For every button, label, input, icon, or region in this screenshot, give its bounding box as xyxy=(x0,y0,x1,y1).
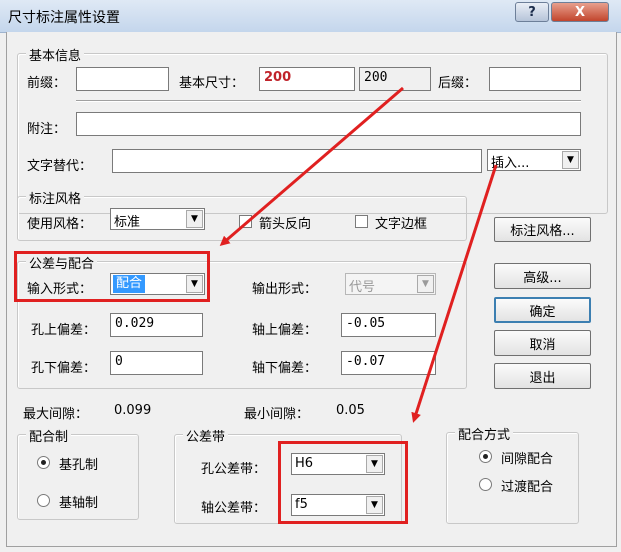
clearance-fit-label: 间隙配合 xyxy=(501,452,554,467)
shaft-upper-input[interactable]: -0.05 xyxy=(341,313,436,337)
arrow-reverse-label: 箭头反向 xyxy=(259,217,312,232)
use-style-combo[interactable]: 标准 ▼ xyxy=(110,208,205,230)
hole-upper-label: 孔上偏差： xyxy=(31,323,97,338)
max-clearance-label: 最大间隙： xyxy=(23,407,89,422)
clearance-fit-radio[interactable] xyxy=(479,450,492,463)
dim-style-button[interactable]: 标注风格... xyxy=(494,217,591,242)
text-border-checkbox[interactable] xyxy=(355,215,368,228)
transition-fit-radio[interactable] xyxy=(479,478,492,491)
chevron-down-icon[interactable]: ▼ xyxy=(186,210,203,228)
arrow-reverse-checkbox[interactable] xyxy=(239,215,252,228)
shaft-band-label: 轴公差带： xyxy=(201,501,267,516)
help-button[interactable]: ? xyxy=(515,2,549,22)
hole-lower-input[interactable]: 0 xyxy=(110,351,203,375)
tolerance-band-legend: 公差带 xyxy=(183,426,229,445)
fit-type-legend: 配合方式 xyxy=(455,424,514,443)
min-clearance-label: 最小间隙： xyxy=(244,407,310,422)
cancel-button[interactable]: 取消 xyxy=(494,330,591,356)
advanced-button[interactable]: 高级... xyxy=(494,263,591,289)
prefix-label: 前缀： xyxy=(27,76,67,91)
output-form-label: 输出形式： xyxy=(252,282,318,297)
use-style-label: 使用风格： xyxy=(27,217,93,232)
output-form-combo[interactable]: 代号 ▼ xyxy=(345,273,436,295)
prefix-input[interactable] xyxy=(76,67,169,91)
shaft-basis-label: 基轴制 xyxy=(59,496,99,511)
close-button[interactable]: X xyxy=(551,2,609,22)
chevron-down-icon: ▼ xyxy=(417,275,434,293)
base-size-display: 200 xyxy=(359,67,431,91)
base-size-label: 基本尺寸： xyxy=(179,76,245,91)
output-form-value: 代号 xyxy=(349,280,376,295)
fit-system-legend: 配合制 xyxy=(26,426,72,445)
hole-lower-label: 孔下偏差： xyxy=(31,361,97,376)
note-input[interactable] xyxy=(76,112,581,136)
text-replace-input[interactable] xyxy=(112,149,482,173)
hole-upper-input[interactable]: 0.029 xyxy=(110,313,203,337)
use-style-value: 标准 xyxy=(114,215,141,230)
exit-button[interactable]: 退出 xyxy=(494,363,591,389)
text-replace-label: 文字替代： xyxy=(27,159,93,174)
shaft-basis-radio[interactable] xyxy=(37,494,50,507)
input-form-highlight xyxy=(14,251,210,302)
ok-button[interactable]: 确定 xyxy=(494,297,591,323)
suffix-input[interactable] xyxy=(489,67,581,91)
hole-basis-label: 基孔制 xyxy=(59,458,99,473)
basic-info-legend: 基本信息 xyxy=(26,45,85,64)
insert-combo[interactable]: 插入... ▼ xyxy=(487,149,581,171)
base-size-input[interactable]: 200 xyxy=(259,67,355,91)
dim-style-legend: 标注风格 xyxy=(26,188,85,207)
insert-combo-value: 插入... xyxy=(491,156,530,171)
shaft-upper-label: 轴上偏差： xyxy=(252,323,318,338)
hole-band-label: 孔公差带： xyxy=(201,462,267,477)
window-title: 尺寸标注属性设置 xyxy=(8,10,120,26)
max-clearance-value: 0.099 xyxy=(114,403,152,418)
shaft-lower-label: 轴下偏差： xyxy=(252,361,318,376)
min-clearance-value: 0.05 xyxy=(336,403,365,418)
chevron-down-icon[interactable]: ▼ xyxy=(562,151,579,169)
title-bar: 尺寸标注属性设置 ? X xyxy=(0,0,621,33)
shaft-lower-input[interactable]: -0.07 xyxy=(341,351,436,375)
transition-fit-label: 过渡配合 xyxy=(501,480,554,495)
hole-basis-radio[interactable] xyxy=(37,456,50,469)
suffix-label: 后缀： xyxy=(438,76,478,91)
note-label: 附注： xyxy=(27,122,67,137)
text-border-label: 文字边框 xyxy=(375,217,428,232)
tolerance-band-highlight xyxy=(278,441,408,524)
basic-separator xyxy=(76,100,581,102)
